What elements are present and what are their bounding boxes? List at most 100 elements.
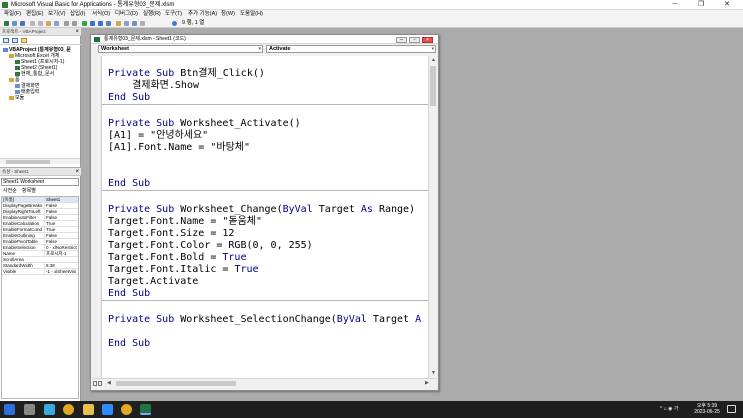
property-value[interactable]: True bbox=[44, 221, 78, 226]
notification-icon[interactable] bbox=[727, 405, 736, 413]
scroll-left-icon[interactable]: ◀ bbox=[107, 380, 111, 387]
menu-window[interactable]: 창(W) bbox=[221, 11, 235, 18]
menu-tools[interactable]: 도구(T) bbox=[165, 11, 182, 18]
view-object-icon[interactable] bbox=[12, 38, 18, 43]
code-line[interactable]: End Sub bbox=[108, 92, 150, 104]
scroll-thumb[interactable] bbox=[430, 66, 436, 106]
code-line[interactable]: Target.Font.Bold = True bbox=[108, 252, 246, 264]
code-line[interactable]: Private Sub Worksheet_SelectionChange(By… bbox=[108, 314, 421, 326]
toolbox-icon[interactable] bbox=[140, 21, 145, 26]
chevron-down-icon[interactable]: ▾ bbox=[258, 46, 261, 52]
menu-file[interactable]: 파일(F) bbox=[4, 11, 21, 18]
run-icon[interactable] bbox=[82, 21, 87, 26]
chrome-icon[interactable] bbox=[63, 404, 74, 415]
scroll-thumb[interactable] bbox=[116, 381, 236, 386]
code-line[interactable]: Target.Font.Color = RGB(0, 0, 255) bbox=[108, 240, 313, 252]
procedure-view-icon[interactable] bbox=[93, 381, 97, 386]
menu-debug[interactable]: 디버그(D) bbox=[115, 11, 138, 18]
object-selector[interactable]: Sheet1 Worksheet bbox=[1, 178, 79, 186]
code-line[interactable]: End Sub bbox=[108, 338, 150, 350]
chrome-icon[interactable] bbox=[121, 404, 132, 415]
code-hscroll[interactable]: ◀ ▶ bbox=[92, 378, 437, 388]
project-hscroll[interactable] bbox=[0, 158, 80, 164]
code-line[interactable]: Private Sub Worksheet_Change(ByVal Targe… bbox=[108, 204, 415, 216]
close-button[interactable]: ✕ bbox=[716, 0, 738, 10]
property-row[interactable]: Visible -1 - xlSheetVisi bbox=[2, 269, 78, 275]
clock[interactable]: 오후 5:39 2023-06-25 bbox=[690, 403, 724, 415]
code-editor[interactable]: Private Sub Btn결제_Click() 결제화면.Show End S… bbox=[101, 56, 428, 378]
cut-icon[interactable] bbox=[30, 21, 35, 26]
break-icon[interactable] bbox=[90, 21, 95, 26]
scroll-up-icon[interactable]: ▲ bbox=[429, 57, 438, 63]
minimize-button[interactable]: ─ bbox=[664, 0, 686, 10]
help-icon[interactable] bbox=[172, 21, 177, 26]
code-minimize-button[interactable]: – bbox=[396, 37, 407, 43]
code-line[interactable]: Target.Font.Italic = True bbox=[108, 264, 259, 276]
property-value[interactable]: True bbox=[44, 227, 78, 232]
project-tree-item[interactable]: 모듈 bbox=[9, 95, 24, 101]
property-value[interactable]: False bbox=[44, 239, 78, 244]
insert-object-icon[interactable] bbox=[12, 21, 17, 26]
code-line[interactable]: End Sub bbox=[108, 178, 150, 190]
menu-run[interactable]: 실행(R) bbox=[143, 11, 161, 18]
windows-start-icon[interactable] bbox=[4, 404, 15, 415]
property-value[interactable]: False bbox=[44, 203, 78, 208]
project-explorer-icon[interactable] bbox=[116, 21, 121, 26]
search-icon[interactable] bbox=[24, 404, 35, 415]
object-combo[interactable]: Worksheet ▾ bbox=[98, 45, 263, 53]
maximize-button[interactable]: ❐ bbox=[690, 0, 712, 10]
property-value[interactable]: 8.38 bbox=[44, 263, 78, 268]
close-icon[interactable]: × bbox=[75, 168, 79, 176]
scroll-thumb[interactable] bbox=[6, 160, 50, 164]
zoom-icon[interactable] bbox=[102, 404, 113, 415]
menu-help[interactable]: 도움말(H) bbox=[240, 11, 263, 18]
menu-format[interactable]: 서식(O) bbox=[92, 11, 110, 18]
code-line[interactable]: [A1].Font.Name = "바탕체" bbox=[108, 142, 250, 154]
procedure-combo[interactable]: Activate ▾ bbox=[266, 45, 436, 53]
code-line[interactable]: Target.Font.Size = 12 bbox=[108, 228, 234, 240]
property-value[interactable]: 프로시저-1 bbox=[44, 251, 78, 256]
code-line[interactable]: Target.Activate bbox=[108, 276, 198, 288]
scroll-right-icon[interactable]: ▶ bbox=[425, 380, 429, 387]
menu-view[interactable]: 보기(V) bbox=[48, 11, 65, 18]
twitter-icon[interactable] bbox=[44, 404, 55, 415]
code-maximize-button[interactable]: ▫ bbox=[409, 37, 420, 43]
property-value[interactable]: -1 - xlSheetVisi bbox=[44, 269, 78, 274]
reset-icon[interactable] bbox=[98, 21, 103, 26]
menu-addins[interactable]: 추가 기능(A) bbox=[188, 11, 217, 18]
scroll-down-icon[interactable]: ▼ bbox=[429, 370, 438, 376]
tab-categorized[interactable]: 항목별 bbox=[22, 188, 36, 194]
chevron-down-icon[interactable]: ▾ bbox=[431, 46, 434, 52]
file-explorer-icon[interactable] bbox=[83, 404, 94, 415]
code-line[interactable]: [A1] = "안녕하세요" bbox=[108, 130, 208, 142]
save-icon[interactable] bbox=[20, 21, 25, 26]
object-browser-icon[interactable] bbox=[132, 21, 137, 26]
design-mode-icon[interactable] bbox=[106, 21, 111, 26]
system-tray[interactable]: ^ ⌂ ◉ 가 bbox=[660, 406, 679, 412]
properties-window-icon[interactable] bbox=[124, 21, 129, 26]
copy-icon[interactable] bbox=[38, 21, 43, 26]
paste-icon[interactable] bbox=[46, 21, 51, 26]
full-module-view-icon[interactable] bbox=[98, 381, 102, 386]
view-excel-icon[interactable] bbox=[4, 21, 9, 26]
close-icon[interactable]: × bbox=[75, 28, 79, 36]
code-close-button[interactable]: × bbox=[422, 37, 433, 43]
property-value[interactable]: 0 - xlNoRestrict bbox=[44, 245, 78, 250]
property-value[interactable]: False bbox=[44, 215, 78, 220]
code-line[interactable]: End Sub bbox=[108, 288, 150, 300]
view-code-icon[interactable] bbox=[3, 38, 9, 43]
excel-icon[interactable] bbox=[140, 404, 151, 415]
property-value[interactable]: Sheet1 bbox=[44, 197, 78, 202]
code-line[interactable]: Private Sub Worksheet_Activate() bbox=[108, 118, 301, 130]
property-value[interactable]: False bbox=[44, 209, 78, 214]
find-icon[interactable] bbox=[54, 21, 59, 26]
code-vscroll[interactable]: ▲ ▼ bbox=[428, 56, 437, 378]
undo-icon[interactable] bbox=[64, 21, 69, 26]
menu-insert[interactable]: 삽입(I) bbox=[70, 11, 85, 18]
toggle-folders-icon[interactable] bbox=[21, 38, 27, 43]
code-line[interactable]: Target.Font.Name = "돋움체" bbox=[108, 216, 262, 228]
property-value[interactable]: False bbox=[44, 233, 78, 238]
tab-alphabetic[interactable]: 사전순 bbox=[3, 188, 17, 194]
code-line[interactable]: Private Sub Btn결제_Click() bbox=[108, 68, 265, 80]
menu-edit[interactable]: 편집(E) bbox=[26, 11, 43, 18]
